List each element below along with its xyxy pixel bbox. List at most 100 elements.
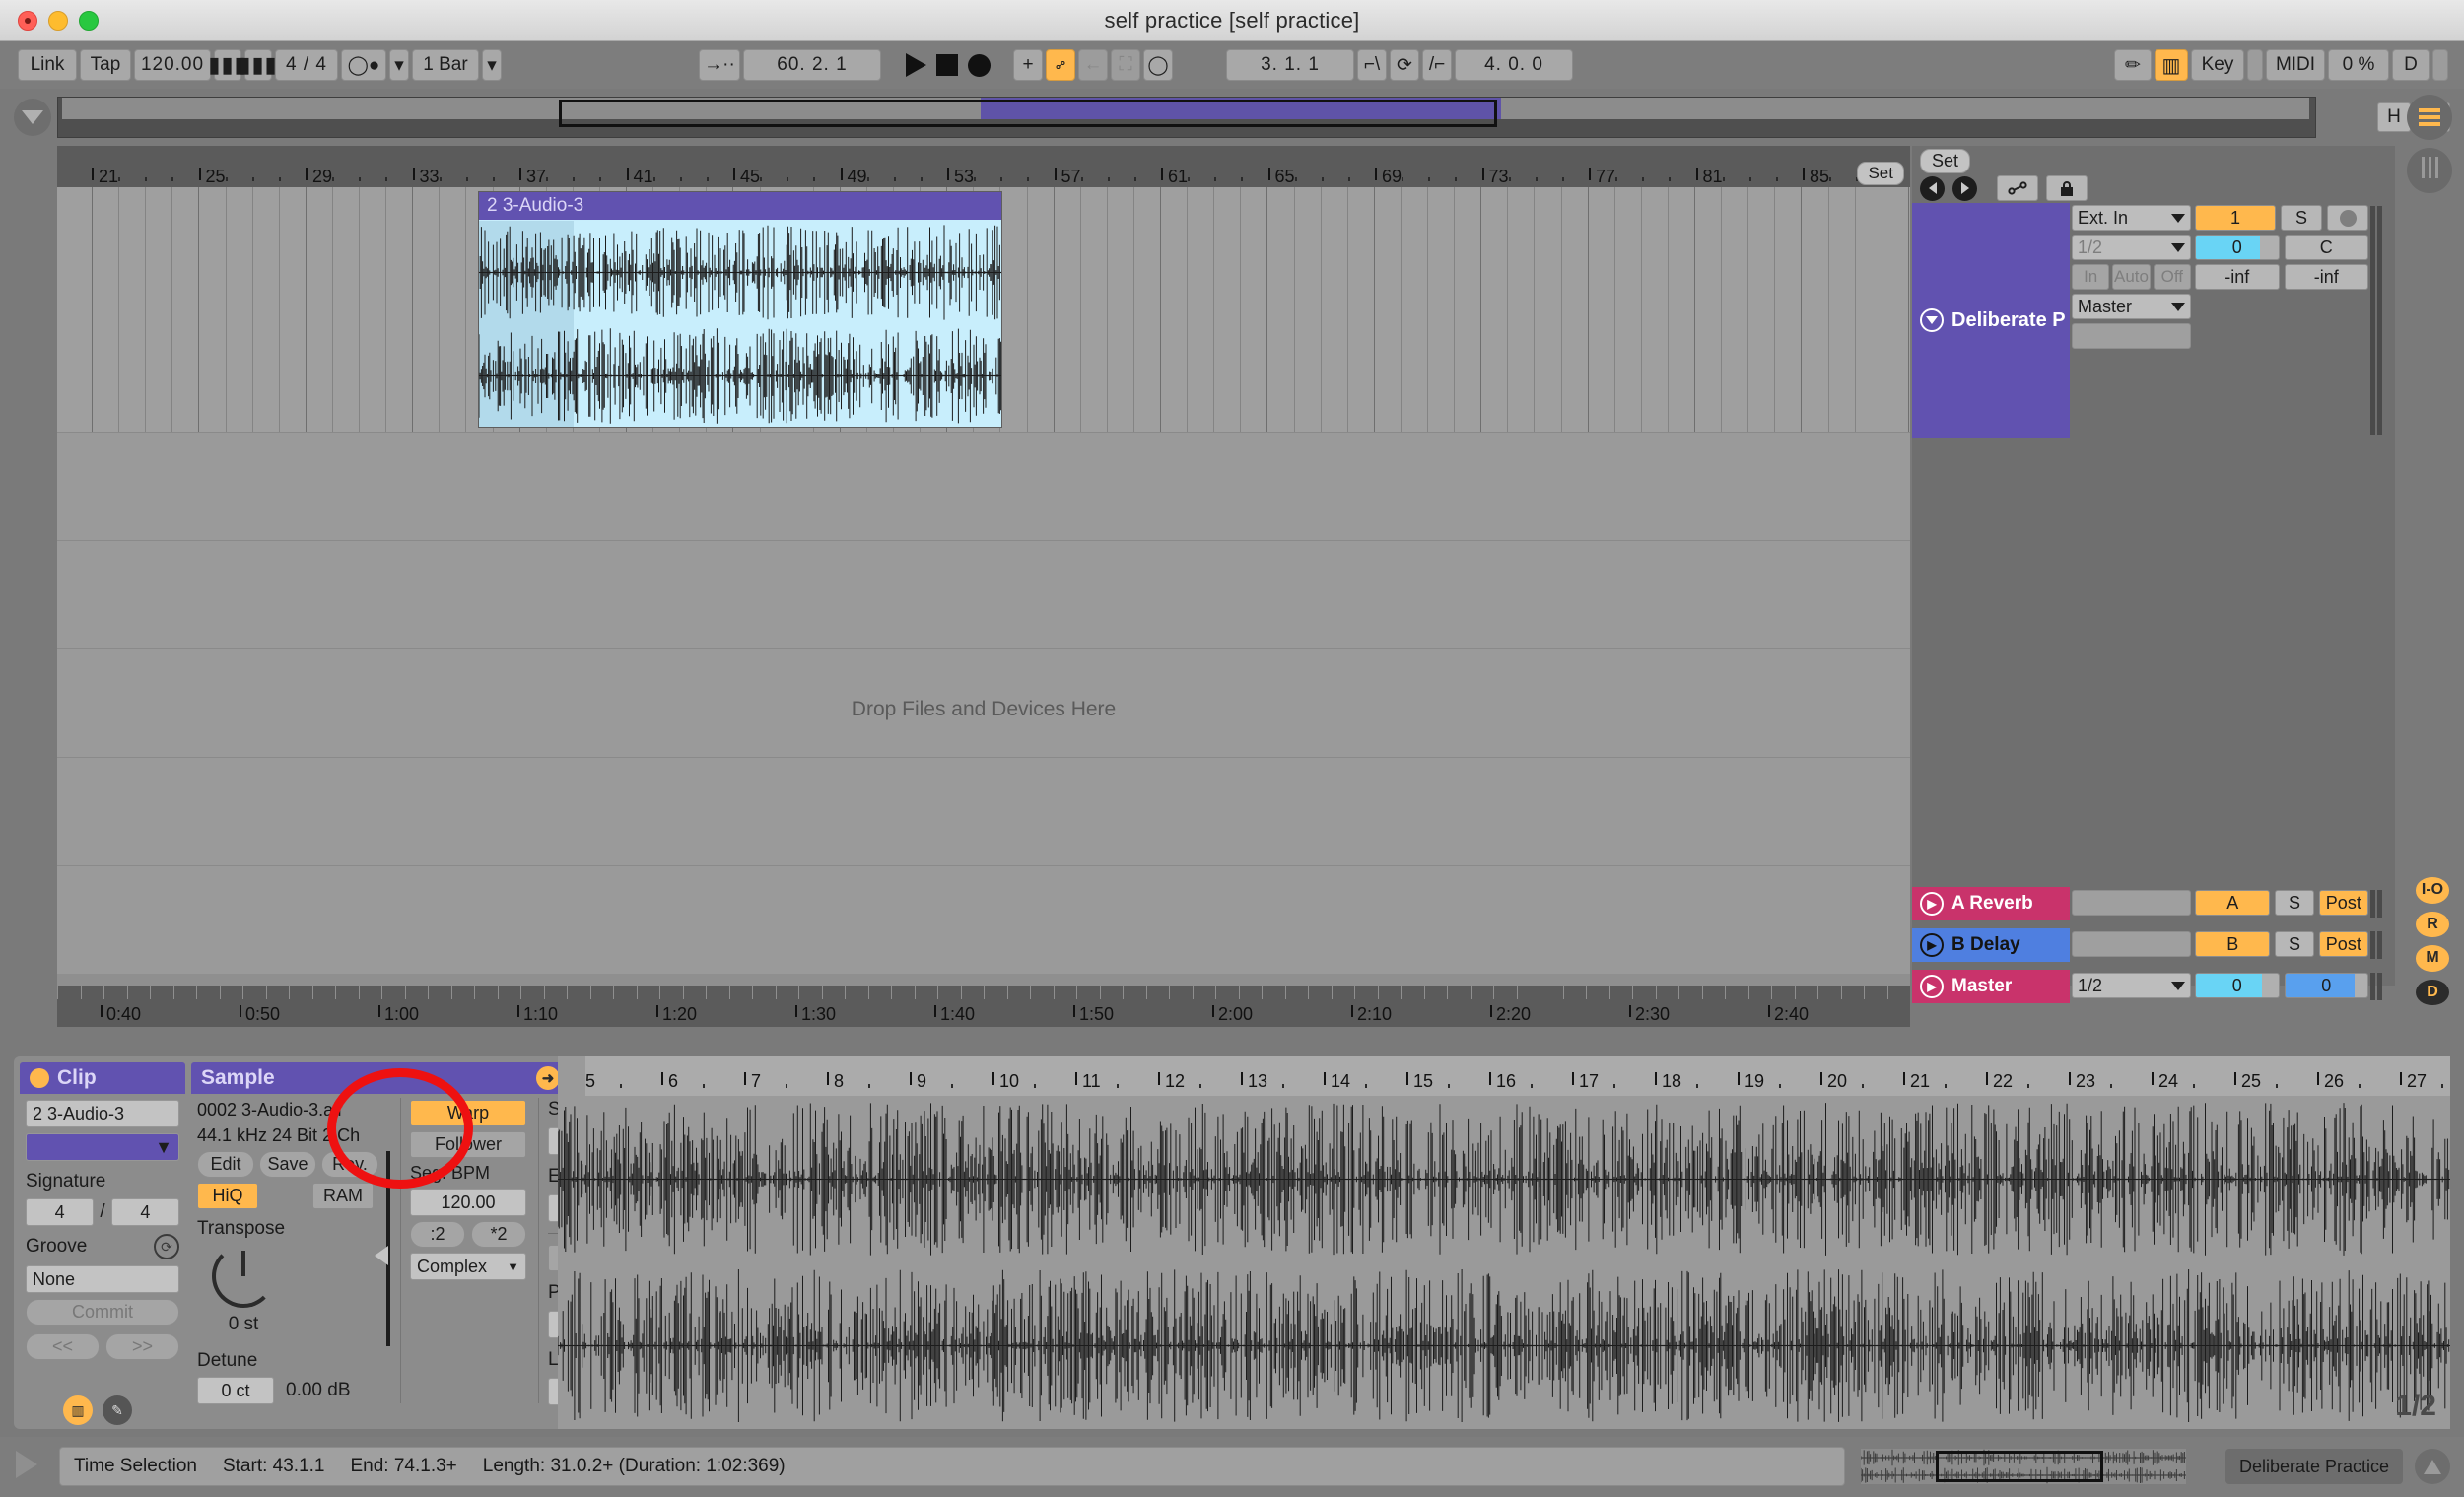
follower-button[interactable]: Follower	[410, 1131, 526, 1158]
warp-button[interactable]: Warp	[410, 1100, 526, 1126]
reveal-in-browser-icon[interactable]: ➜	[536, 1066, 560, 1090]
overview-viewport-frame[interactable]	[559, 100, 1497, 127]
save-button[interactable]: Save	[259, 1151, 316, 1178]
clip-activator-icon[interactable]	[30, 1068, 49, 1088]
monitor-in-button[interactable]: In	[2072, 264, 2110, 290]
arrow-right-icon[interactable]	[1952, 175, 1977, 201]
track-name-deliberate-p[interactable]: Deliberate P	[1912, 203, 2070, 438]
draw-mode-icon[interactable]: ⛶	[1111, 49, 1140, 81]
prev-groove-button[interactable]: <<	[26, 1333, 100, 1360]
revert-button[interactable]: Rev.	[321, 1151, 378, 1178]
arrow-left-icon[interactable]	[1920, 175, 1945, 201]
envelopes-tab-icon[interactable]: ✎	[103, 1395, 132, 1425]
set-locator-button[interactable]: Set	[1857, 162, 1904, 185]
commit-button[interactable]: Commit	[26, 1299, 179, 1326]
master-pan-slider[interactable]: 0	[2284, 973, 2368, 998]
track-fold-icon[interactable]	[1920, 308, 1944, 332]
session-record-icon[interactable]: ◯	[1143, 49, 1173, 81]
halve-bpm-button[interactable]: :2	[410, 1221, 465, 1248]
automation-arm-icon[interactable]	[1046, 49, 1075, 81]
play-icon[interactable]	[906, 53, 926, 77]
sample-gain-handle[interactable]	[375, 1246, 388, 1265]
sample-editor-waveform[interactable]	[557, 1096, 2450, 1429]
return-play-icon[interactable]: ▶	[1920, 892, 1944, 916]
edit-button[interactable]: Edit	[197, 1151, 254, 1178]
session-view-icon[interactable]	[2407, 148, 2452, 193]
return-b-io-select[interactable]	[2072, 931, 2191, 957]
return-a-io-select[interactable]	[2072, 890, 2191, 916]
loop-switch-icon[interactable]: ⟳	[1390, 49, 1419, 81]
warp-mode-select[interactable]: Complex ▼	[410, 1253, 526, 1280]
follow-icon[interactable]: ◯●	[341, 49, 386, 81]
tap-tempo-button[interactable]: Tap	[80, 49, 131, 81]
return-a-post-button[interactable]: Post	[2318, 890, 2368, 916]
arrangement-bar-ruler[interactable]: 21 25 29 33 37 41 45 49 53 57 61 65 69 73 77 81 85 Set	[57, 146, 1910, 187]
loop-start-field[interactable]: 3. 1. 1	[1226, 49, 1354, 81]
status-mini-waveform[interactable]	[1860, 1449, 2186, 1484]
quantization-chevron-icon[interactable]: ▾	[482, 49, 502, 81]
record-arm-icon[interactable]	[2327, 205, 2368, 231]
track-activator-button[interactable]: 1	[2195, 205, 2276, 231]
return-a-activator[interactable]: A	[2195, 890, 2271, 916]
maximize-window-button[interactable]	[79, 11, 99, 31]
sample-editor[interactable]: 5 6 7 8 9 10 11 12 13 14 15 16 17 18 19 20 21 22 23 24 25 26 2…	[557, 1056, 2450, 1429]
back-to-arrangement-icon[interactable]: ←	[1078, 49, 1108, 81]
return-track-a-name[interactable]: ▶ A Reverb	[1912, 887, 2070, 920]
output-channel-select[interactable]	[2072, 323, 2191, 349]
monitor-buttons[interactable]: In Auto Off	[2072, 264, 2191, 290]
overview-height-button[interactable]: H	[2377, 102, 2411, 132]
hiq-button[interactable]: HiQ	[197, 1183, 258, 1209]
track-pan-control[interactable]: C	[2284, 235, 2368, 260]
mini-waveform-selection[interactable]	[1936, 1451, 2103, 1482]
audio-from-select[interactable]: Ext. In	[2072, 205, 2191, 231]
next-groove-button[interactable]: >>	[105, 1333, 179, 1360]
clip-name-field[interactable]: 2 3-Audio-3	[26, 1100, 179, 1127]
track-volume-slider[interactable]: 0	[2195, 235, 2280, 260]
play-icon[interactable]	[16, 1451, 37, 1478]
detune-field[interactable]: 0 ct	[197, 1377, 274, 1404]
double-bpm-button[interactable]: *2	[471, 1221, 526, 1248]
audio-to-select[interactable]: Master	[2072, 294, 2191, 319]
return-a-solo[interactable]: S	[2275, 890, 2314, 916]
minimize-window-button[interactable]	[48, 11, 68, 31]
link-tracks-icon[interactable]	[1997, 175, 2038, 201]
browser-toggles[interactable]	[2407, 95, 2452, 193]
arrangement-position-field[interactable]: 60. 2. 1	[743, 49, 881, 81]
return-track-row[interactable]: ▶ A Reverb A S Post	[1912, 887, 2395, 920]
device-view-rail[interactable]: I-O R M D	[2407, 877, 2458, 1005]
groove-icon[interactable]: ⟳	[154, 1234, 179, 1259]
monitor-off-button[interactable]: Off	[2153, 264, 2191, 290]
return-b-post-button[interactable]: Post	[2318, 931, 2368, 957]
mixer-icon[interactable]: M	[2416, 945, 2449, 972]
master-track-row[interactable]: ▶ Master 1/2 0 0	[1912, 970, 2395, 1003]
signature-denominator[interactable]: 4	[110, 1198, 179, 1226]
stop-icon[interactable]	[936, 54, 958, 76]
input-channel-select[interactable]: 1/2	[2072, 235, 2191, 260]
return-play-icon[interactable]: ▶	[1920, 933, 1944, 957]
pencil-icon[interactable]: ✏	[2114, 49, 2152, 81]
follow-dropdown-icon[interactable]: ▾	[389, 49, 409, 81]
link-button[interactable]: Link	[18, 49, 77, 81]
delay-icon[interactable]: D	[2416, 979, 2449, 1005]
audio-clip[interactable]: 2 3-Audio-3	[478, 191, 1002, 428]
master-volume-slider[interactable]: 0	[2195, 973, 2280, 998]
master-track-name[interactable]: ▶ Master	[1912, 970, 2070, 1003]
arrangement-overview[interactable]	[57, 97, 2316, 138]
time-signature-field[interactable]: 4 / 4	[275, 49, 338, 81]
capture-midi-icon[interactable]: +	[1013, 49, 1043, 81]
mixer-track-row[interactable]: Deliberate P Ext. In 1/2 In Auto Off Mas…	[1912, 203, 2395, 438]
set-locator-button[interactable]: Set	[1920, 149, 1971, 173]
punch-out-icon[interactable]: /⌐	[1422, 49, 1452, 81]
punch-in-icon[interactable]: →··	[699, 49, 740, 81]
record-icon[interactable]	[968, 53, 991, 77]
sample-editor-ruler[interactable]: 5 6 7 8 9 10 11 12 13 14 15 16 17 18 19 20 21 22 23 24 25 26 2…	[558, 1056, 2450, 1096]
tempo-field[interactable]: 120.00	[134, 49, 211, 81]
close-window-button[interactable]	[18, 11, 37, 31]
transpose-knob[interactable]	[212, 1245, 275, 1308]
clip-title[interactable]: 2 3-Audio-3	[479, 192, 1001, 220]
track-lane-audio[interactable]: 2 3-Audio-3	[57, 187, 1990, 432]
clip-color-swatch[interactable]: ▼	[26, 1133, 179, 1161]
lock-icon[interactable]	[2046, 175, 2088, 201]
track-solo-button[interactable]: S	[2281, 205, 2322, 231]
status-clip-name[interactable]: Deliberate Practice	[2225, 1449, 2403, 1484]
